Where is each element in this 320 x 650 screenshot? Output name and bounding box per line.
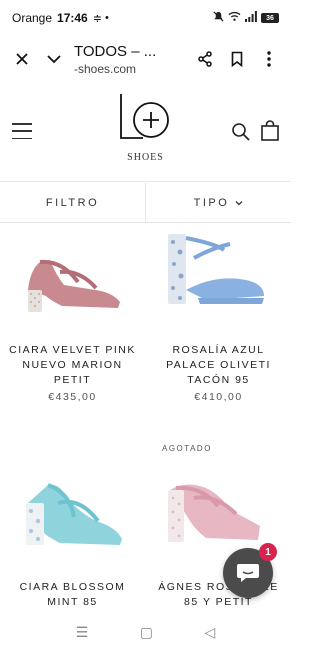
mute-icon [213,11,224,25]
page-title: TODOS – ... [74,42,157,60]
filter-bar: FILTRO TIPO [0,183,291,223]
share-icon [198,51,212,67]
clock: 17:46 [57,11,88,25]
more-vertical-icon [267,51,271,67]
chevron-down-icon [47,55,61,64]
notification-icons: ≑ • [93,12,109,25]
product-price: €410,00 [194,391,243,403]
wifi-icon [228,11,241,25]
product-image[interactable] [0,230,145,320]
page-title-area[interactable]: TODOS – ... -shoes.com [70,43,189,76]
type-label: TIPO [193,196,230,209]
chevron-down-icon [235,200,243,205]
carrier-label: Orange [12,11,53,25]
product-card[interactable]: AGOTADO ÁGNES ROSA … LE 85 Y PETIT [146,440,291,615]
back-button[interactable]: ◁ [204,624,215,641]
product-card[interactable]: CIARA VELVET PINK NUEVO MARION PETIT €43… [0,225,145,415]
status-bar: Orange 17:46 ≑ • 36 [0,0,291,36]
product-card[interactable]: CIARA BLOSSOM MINT 85 [0,455,145,615]
product-name[interactable]: ROSALÍA AZUL PALACE OLIVETI TACÓN 95 [154,343,283,388]
product-price: €435,00 [48,391,97,403]
product-name[interactable]: CIARA BLOSSOM MINT 85 [8,580,137,610]
browser-toolbar: TODOS – ... -shoes.com [0,36,291,82]
home-button[interactable]: ▢ [140,624,153,641]
bookmark-icon [231,51,243,67]
system-navigation-bar: ☰ ▢ ◁ [0,614,291,650]
filter-button[interactable]: FILTRO [0,183,145,222]
product-image[interactable] [0,473,145,563]
signal-icon [245,11,257,25]
more-options-button[interactable] [253,43,285,75]
search-icon[interactable] [231,122,251,142]
battery-icon: 36 [261,13,279,23]
product-image[interactable] [146,228,291,318]
recent-apps-button[interactable]: ☰ [76,624,89,641]
share-button[interactable] [189,43,221,75]
menu-icon[interactable] [12,123,32,139]
sync-icon: ≑ [92,12,102,25]
close-tab-button[interactable] [6,43,38,75]
site-header: SHOES [0,82,291,182]
sold-out-badge: AGOTADO [162,444,212,453]
chat-unread-badge: 1 [259,543,277,561]
shopping-bag-icon[interactable] [260,120,280,142]
logo-text: SHOES [127,152,164,163]
product-name[interactable]: CIARA VELVET PINK NUEVO MARION PETIT [8,343,137,388]
close-icon [16,53,28,65]
bookmark-button[interactable] [221,43,253,75]
type-dropdown[interactable]: TIPO [145,183,291,222]
chat-bubble-icon [237,564,259,582]
dot-icon: • [104,12,109,24]
system-icons: 36 [213,11,279,25]
product-card[interactable]: ROSALÍA AZUL PALACE OLIVETI TACÓN 95 €41… [146,225,291,415]
page-url: -shoes.com [74,61,137,76]
filter-label: FILTRO [45,196,100,209]
collapse-button[interactable] [38,43,70,75]
